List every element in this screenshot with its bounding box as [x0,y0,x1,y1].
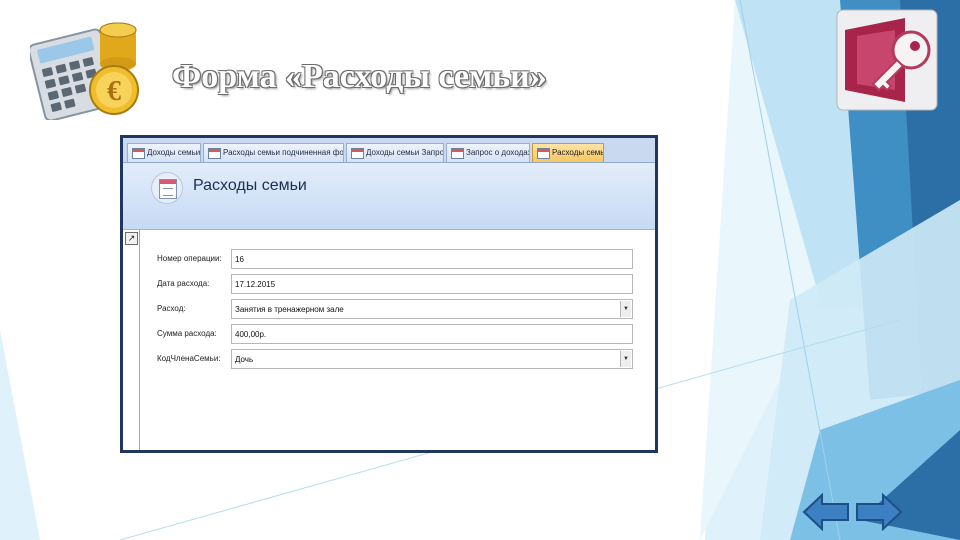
chevron-down-icon[interactable]: ▼ [620,351,631,367]
field-operation-number: Номер операции: 16 [123,249,655,271]
expense-date-input[interactable]: 17.12.2015 [231,274,633,294]
tab-label: Доходы семьи [147,148,201,157]
tab-label: Запрос о доходах [466,148,530,157]
access-form-window: Доходы семьи Расходы семьи подчиненная ф… [120,135,658,453]
field-label: КодЧленаСемьи: [157,354,221,363]
combo-value: Занятия в тренажерном зале [235,305,344,314]
form-icon [151,172,183,204]
form-header: Расходы семьи [123,163,655,230]
chevron-down-icon[interactable]: ▼ [620,301,631,317]
document-tab-bar: Доходы семьи Расходы семьи подчиненная ф… [123,138,655,163]
slide-title: Форма «Расходы семьи» [172,58,547,95]
access-key-logo-icon [836,9,938,111]
family-member-combo[interactable]: Дочь ▼ [231,349,633,369]
form-icon [132,148,145,159]
query-icon [351,148,364,159]
field-label: Расход: [157,304,186,313]
field-expense: Расход: Занятия в тренажерном зале ▼ [123,299,655,321]
field-family-member: КодЧленаСемьи: Дочь ▼ [123,349,655,371]
record-selector-arrow-icon: ↗ [125,232,138,245]
tab-expenses-subform[interactable]: Расходы семьи подчиненная форма [203,143,344,162]
expense-amount-input[interactable]: 400,00р. [231,324,633,344]
arrow-right-icon[interactable] [855,493,903,531]
form-icon [208,148,221,159]
tab-income[interactable]: Доходы семьи [127,143,201,162]
expense-combo[interactable]: Занятия в тренажерном зале ▼ [231,299,633,319]
tab-income-query[interactable]: Доходы семьи Запрос [346,143,444,162]
arrow-left-icon[interactable] [802,493,850,531]
tab-income-report-query[interactable]: Запрос о доходах [446,143,530,162]
field-expense-amount: Сумма расхода: 400,00р. [123,324,655,346]
tab-label: Расходы семьи подчиненная форма [223,148,344,157]
field-expense-date: Дата расхода: 17.12.2015 [123,274,655,296]
field-label: Номер операции: [157,254,222,263]
tab-label: Доходы семьи Запрос [366,148,444,157]
field-label: Сумма расхода: [157,329,217,338]
query-icon [451,148,464,159]
tab-label: Расходы семьи [552,148,604,157]
combo-value: Дочь [235,355,254,364]
form-title: Расходы семьи [193,177,307,194]
calculator-coins-icon: € [30,22,139,120]
tab-expenses[interactable]: Расходы семьи [532,143,604,162]
form-icon [537,148,550,159]
field-label: Дата расхода: [157,279,210,288]
operation-number-input[interactable]: 16 [231,249,633,269]
svg-text:€: € [107,76,121,107]
